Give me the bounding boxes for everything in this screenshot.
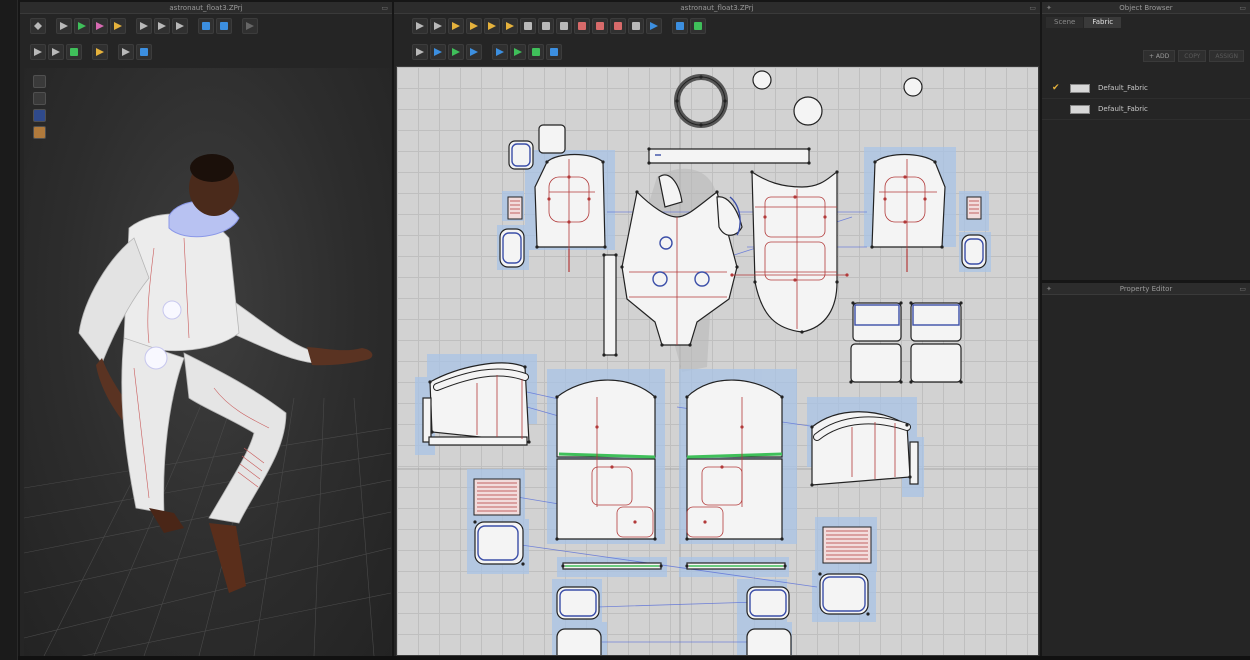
fold-tool-icon[interactable] (154, 18, 170, 34)
dock-icon[interactable]: ▭ (1239, 2, 1246, 14)
add-point-icon[interactable] (466, 18, 482, 34)
notch-icon[interactable] (646, 18, 662, 34)
floor-grid (24, 397, 391, 656)
pattern2d-toolbar-2 (408, 42, 568, 62)
simulation-icon[interactable] (92, 44, 108, 60)
fabric-list-item[interactable]: ✔ Default_Fabric (1042, 78, 1250, 99)
curve-point-icon[interactable] (484, 18, 500, 34)
viewport3d-header: astronaut_float3.ZPrj ▭ (20, 2, 392, 14)
seam-allowance-2-icon[interactable] (690, 18, 706, 34)
viewport3d-title: astronaut_float3.ZPrj (169, 4, 243, 12)
edit-pattern-2-icon[interactable] (48, 44, 64, 60)
trace-icon[interactable] (628, 18, 644, 34)
stitch-tool-icon[interactable] (136, 18, 152, 34)
tack-icon[interactable] (448, 44, 464, 60)
segment-sewing-icon[interactable] (412, 44, 428, 60)
object-browser-header: ✦ Object Browser ▭ (1042, 2, 1250, 14)
pattern2d-header: astronaut_float3.ZPrj ▭ (394, 2, 1040, 14)
fabric-name: Default_Fabric (1098, 105, 1148, 113)
seam-allowance-icon[interactable] (672, 18, 688, 34)
fabric-list-item[interactable]: Default_Fabric (1042, 99, 1250, 120)
add-button[interactable]: + ADD (1143, 50, 1176, 62)
edit-pattern-icon[interactable] (30, 44, 46, 60)
pattern2d-title: astronaut_float3.ZPrj (680, 4, 754, 12)
object-browser-panel: ✦ Object Browser ▭ Scene Fabric + ADD CO… (1042, 2, 1250, 280)
edit-texture-icon[interactable] (492, 44, 508, 60)
garment-tool-icon[interactable] (74, 18, 90, 34)
fabric-swatch (1070, 83, 1090, 93)
internal-polygon-icon[interactable] (556, 18, 572, 34)
fabric-actions: + ADD COPY ASSIGN (1042, 28, 1250, 78)
property-editor-panel: ✦ Property Editor ▭ (1042, 283, 1250, 656)
fitting-icon[interactable] (118, 44, 134, 60)
pin-icon[interactable]: ✦ (1046, 2, 1052, 14)
texture-icon[interactable] (66, 44, 82, 60)
tab-scene[interactable]: Scene (1046, 17, 1084, 28)
free-sewing-icon[interactable] (430, 44, 446, 60)
button-icon[interactable] (546, 44, 562, 60)
avatar-tool-icon[interactable] (172, 18, 188, 34)
copy-button[interactable]: COPY (1178, 50, 1207, 62)
internal-rect-icon[interactable] (574, 18, 590, 34)
pattern-canvas (397, 67, 1038, 655)
pattern2d-toolbar-1 (408, 16, 712, 36)
garment-display-icon[interactable] (33, 75, 46, 88)
arrangement-tool-icon[interactable] (198, 18, 214, 34)
dock-icon[interactable]: ▭ (1029, 2, 1036, 14)
layer-icon[interactable] (136, 44, 152, 60)
tab-fabric[interactable]: Fabric (1084, 17, 1122, 28)
arrangement-tool-2-icon[interactable] (216, 18, 232, 34)
property-editor-header: ✦ Property Editor ▭ (1042, 283, 1250, 295)
avatar-scene (24, 154, 391, 656)
pin-icon[interactable]: ✦ (1046, 283, 1052, 295)
circle-icon[interactable] (538, 18, 554, 34)
garment-tool-2-icon[interactable] (92, 18, 108, 34)
pin-markers (568, 249, 908, 272)
transform-pattern-icon[interactable] (412, 18, 428, 34)
viewport3d-toolbar-1 (26, 16, 264, 36)
object-browser-tabs: Scene Fabric (1042, 14, 1250, 28)
viewport3d-toolbar-2 (26, 42, 158, 62)
pin-tool-icon[interactable] (110, 18, 126, 34)
rectangle-icon[interactable] (520, 18, 536, 34)
property-editor-title: Property Editor (1119, 285, 1173, 293)
assign-button[interactable]: ASSIGN (1209, 50, 1244, 62)
fabric-name: Default_Fabric (1098, 84, 1148, 92)
down-arrow-tool-icon[interactable] (30, 18, 46, 34)
viewport-3d[interactable] (24, 68, 391, 656)
clo3d-app: astronaut_float3.ZPrj ▭ astronaut_float3… (0, 0, 1250, 660)
object-browser-title: Object Browser (1119, 4, 1173, 12)
move-tool-icon[interactable] (56, 18, 72, 34)
dock-icon[interactable]: ▭ (1239, 283, 1246, 295)
internal-circle-icon[interactable] (592, 18, 608, 34)
checkmark-icon: ✔ (1052, 83, 1060, 93)
avatar-display-icon[interactable] (33, 92, 46, 105)
measure-tool-icon[interactable] (242, 18, 258, 34)
avatar-figure (78, 154, 373, 593)
check-sewing-icon[interactable] (466, 44, 482, 60)
dock-icon[interactable]: ▭ (381, 2, 388, 14)
fabric-swatch (1070, 104, 1090, 114)
graphic-icon[interactable] (528, 44, 544, 60)
viewport3d-side-icons (33, 75, 46, 139)
edit-point-icon[interactable] (430, 18, 446, 34)
skin-display-icon[interactable] (33, 126, 46, 139)
texture-display-icon[interactable] (33, 109, 46, 122)
dart-icon[interactable] (610, 18, 626, 34)
pattern-2d-window[interactable] (396, 66, 1039, 656)
texture-transform-icon[interactable] (510, 44, 526, 60)
edit-curvature-icon[interactable] (448, 18, 464, 34)
polygon-icon[interactable] (502, 18, 518, 34)
left-vertical-strip (0, 0, 18, 660)
status-bar (18, 656, 1250, 660)
